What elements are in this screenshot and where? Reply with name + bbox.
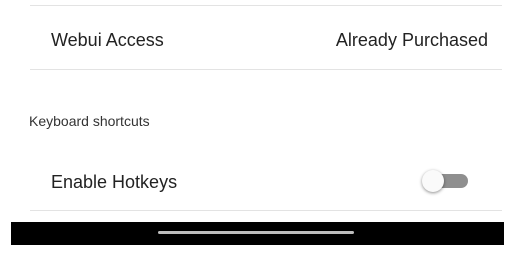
webui-access-value: Already Purchased (335, 30, 488, 50)
keyboard-shortcuts-header: Keyboard shortcuts (29, 113, 150, 129)
row-divider (30, 69, 502, 70)
enable-hotkeys-label: Enable Hotkeys (51, 172, 178, 192)
settings-screen: Webui Access Already Purchased Keyboard … (0, 0, 515, 253)
home-gesture-handle[interactable] (158, 231, 354, 234)
enable-hotkeys-toggle[interactable] (422, 170, 470, 192)
bottom-divider (30, 210, 502, 211)
webui-access-label: Webui Access (51, 30, 164, 50)
toggle-thumb (422, 170, 444, 192)
navigation-bar (11, 222, 504, 245)
top-divider (30, 5, 502, 6)
